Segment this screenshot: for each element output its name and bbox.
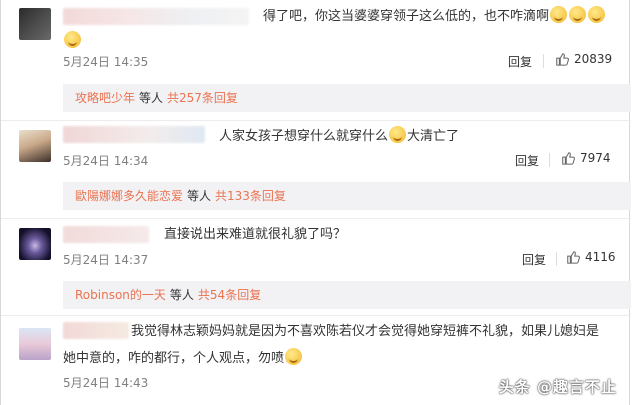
watermark: 头条 @趣言不止 bbox=[498, 378, 617, 396]
laugh-emoji-icon bbox=[64, 31, 81, 48]
user-avatar[interactable] bbox=[19, 8, 51, 40]
sub-reply-count[interactable]: 共54条回复 bbox=[198, 288, 261, 302]
thumbs-up-icon bbox=[556, 53, 569, 66]
blurred-username bbox=[63, 126, 205, 143]
reply-button[interactable]: 回复 bbox=[508, 53, 532, 70]
comment-text: 得了吧，你这当婆婆穿领子这么低的，也不咋滴啊 bbox=[263, 6, 606, 26]
laugh-emoji-icon bbox=[550, 6, 568, 23]
like-button[interactable]: 7974 bbox=[561, 151, 611, 165]
laugh-emoji-icon bbox=[285, 348, 303, 365]
divider-line bbox=[543, 54, 544, 68]
thumbs-up-icon bbox=[567, 251, 580, 264]
sub-reply-bar[interactable]: 歐陽娜娜多久能恋爱 等人 共133条回复 bbox=[63, 182, 631, 210]
blurred-username bbox=[63, 8, 249, 25]
reply-button[interactable]: 回复 bbox=[522, 251, 546, 268]
user-avatar[interactable] bbox=[19, 130, 51, 162]
divider-line bbox=[549, 153, 550, 167]
like-button[interactable]: 20839 bbox=[555, 52, 612, 66]
sub-reply-text: 等人 bbox=[169, 288, 194, 302]
comment-divider bbox=[1, 218, 631, 219]
comment-time: 5月24日 14:37 bbox=[63, 253, 149, 267]
blurred-username bbox=[63, 226, 149, 243]
comment-emoji-row bbox=[63, 30, 82, 49]
sub-reply-count[interactable]: 共257条回复 bbox=[167, 91, 238, 105]
sub-reply-user[interactable]: 歐陽娜娜多久能恋爱 bbox=[63, 189, 183, 203]
sub-reply-count[interactable]: 共133条回复 bbox=[215, 189, 286, 203]
comment-text: 直接说出来难道就很礼貌了吗？ bbox=[164, 227, 347, 242]
sub-reply-text: 等人 bbox=[187, 189, 212, 203]
like-count: 20839 bbox=[574, 52, 613, 66]
comment-divider bbox=[1, 315, 631, 316]
thumbs-up-icon bbox=[562, 152, 575, 165]
comment-text: 我觉得林志颖妈妈就是因为不喜欢陈若仪才会觉得她穿短裤不礼貌，如果儿媳妇是她中意的… bbox=[63, 324, 600, 366]
reply-button[interactable]: 回复 bbox=[515, 152, 539, 169]
user-avatar[interactable] bbox=[19, 228, 51, 260]
sub-reply-bar[interactable]: Robinson的一天 等人 共54条回复 bbox=[63, 281, 631, 309]
like-count: 4116 bbox=[585, 250, 616, 264]
like-button[interactable]: 4116 bbox=[566, 250, 616, 264]
laugh-emoji-icon bbox=[588, 6, 606, 23]
sub-reply-user[interactable]: Robinson的一天 bbox=[63, 288, 166, 302]
comment-text: 人家女孩子想穿什么就穿什么 大清亡了 bbox=[219, 126, 459, 146]
divider-line bbox=[556, 252, 557, 266]
sub-reply-bar[interactable]: 攻略吧少年 等人 共257条回复 bbox=[63, 84, 631, 112]
comment-time: 5月24日 14:43 bbox=[63, 376, 149, 390]
laugh-emoji-icon bbox=[569, 6, 587, 23]
smirk-emoji-icon bbox=[389, 126, 407, 143]
user-avatar[interactable] bbox=[19, 328, 51, 360]
comment-time: 5月24日 14:35 bbox=[63, 55, 149, 69]
comment-time: 5月24日 14:34 bbox=[63, 154, 149, 168]
sub-reply-text: 等人 bbox=[139, 91, 164, 105]
comment-list: 得了吧，你这当婆婆穿领子这么低的，也不咋滴啊 5月24日 14:35 回复 20… bbox=[0, 0, 631, 405]
comment-divider bbox=[1, 120, 631, 121]
like-count: 7974 bbox=[580, 151, 611, 165]
sub-reply-user[interactable]: 攻略吧少年 bbox=[63, 91, 135, 105]
